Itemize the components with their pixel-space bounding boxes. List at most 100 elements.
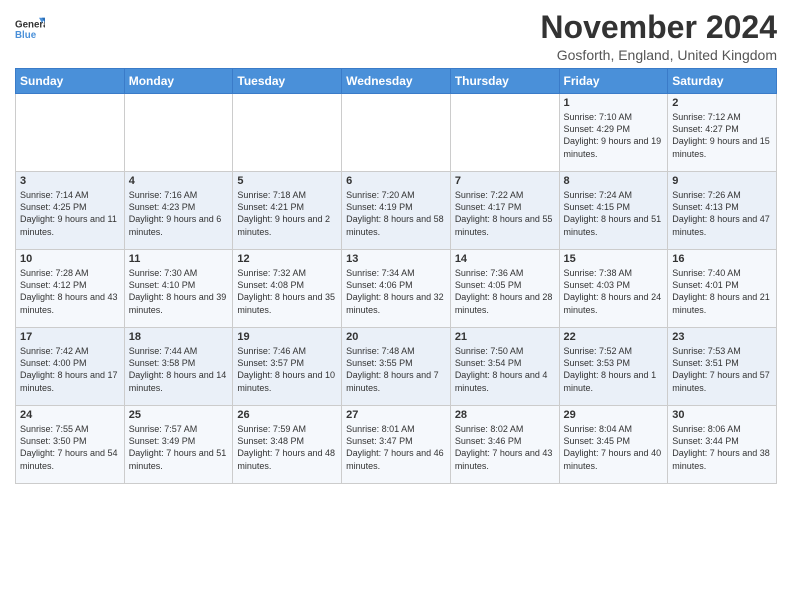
day-info: Sunrise: 7:53 AM Sunset: 3:51 PM Dayligh… (672, 345, 772, 394)
day-info: Sunrise: 7:59 AM Sunset: 3:48 PM Dayligh… (237, 423, 337, 472)
svg-text:Blue: Blue (15, 30, 37, 41)
day-cell-3-4: 21 Sunrise: 7:50 AM Sunset: 3:54 PM Dayli… (450, 328, 559, 406)
day-info: Sunrise: 7:14 AM Sunset: 4:25 PM Dayligh… (20, 189, 120, 238)
day-info: Sunrise: 8:04 AM Sunset: 3:45 PM Dayligh… (564, 423, 664, 472)
col-tuesday: Tuesday (233, 69, 342, 94)
col-thursday: Thursday (450, 69, 559, 94)
day-cell-1-1: 4Sunrise: 7:16 AM Sunset: 4:23 PM Daylig… (124, 172, 233, 250)
day-info: Sunrise: 7:36 AM Sunset: 4:05 PM Dayligh… (455, 267, 555, 316)
logo-icon: General Blue (15, 14, 45, 44)
day-number: 14 (455, 253, 555, 265)
day-info: Sunrise: 8:06 AM Sunset: 3:44 PM Dayligh… (672, 423, 772, 472)
day-number: 3 (20, 175, 120, 187)
day-info: Sunrise: 7:40 AM Sunset: 4:01 PM Dayligh… (672, 267, 772, 316)
day-info: Sunrise: 7:57 AM Sunset: 3:49 PM Dayligh… (129, 423, 229, 472)
day-number: 18 (129, 331, 229, 343)
day-number: 22 (564, 331, 664, 343)
day-number: 16 (672, 253, 772, 265)
week-row-5: 24 Sunrise: 7:55 AM Sunset: 3:50 PM Dayli… (16, 406, 777, 484)
day-number: 2 (672, 97, 772, 109)
day-cell-1-6: 9Sunrise: 7:26 AM Sunset: 4:13 PM Daylig… (668, 172, 777, 250)
day-number: 11 (129, 253, 229, 265)
week-row-3: 10 Sunrise: 7:28 AM Sunset: 4:12 PM Dayli… (16, 250, 777, 328)
day-info: Sunrise: 7:18 AM Sunset: 4:21 PM Dayligh… (237, 189, 337, 238)
day-info: Sunrise: 7:24 AM Sunset: 4:15 PM Dayligh… (564, 189, 664, 238)
day-number: 21 (455, 331, 555, 343)
day-number: 10 (20, 253, 120, 265)
day-info: Sunrise: 7:12 AM Sunset: 4:27 PM Dayligh… (672, 111, 772, 160)
day-cell-4-4: 28 Sunrise: 8:02 AM Sunset: 3:46 PM Dayli… (450, 406, 559, 484)
location: Gosforth, England, United Kingdom (540, 47, 777, 63)
col-wednesday: Wednesday (342, 69, 451, 94)
day-info: Sunrise: 7:20 AM Sunset: 4:19 PM Dayligh… (346, 189, 446, 238)
day-number: 6 (346, 175, 446, 187)
day-cell-0-5: 1Sunrise: 7:10 AM Sunset: 4:29 PM Daylig… (559, 94, 668, 172)
day-cell-0-4 (450, 94, 559, 172)
day-info: Sunrise: 7:28 AM Sunset: 4:12 PM Dayligh… (20, 267, 120, 316)
calendar-header-row: Sunday Monday Tuesday Wednesday Thursday… (16, 69, 777, 94)
day-cell-3-5: 22Sunrise: 7:52 AM Sunset: 3:53 PM Dayli… (559, 328, 668, 406)
day-cell-3-0: 17Sunrise: 7:42 AM Sunset: 4:00 PM Dayli… (16, 328, 125, 406)
day-number: 19 (237, 331, 337, 343)
day-cell-3-6: 23Sunrise: 7:53 AM Sunset: 3:51 PM Dayli… (668, 328, 777, 406)
main-container: General Blue November 2024 Gosforth, Eng… (0, 0, 792, 489)
day-cell-3-1: 18Sunrise: 7:44 AM Sunset: 3:58 PM Dayli… (124, 328, 233, 406)
day-cell-0-3 (342, 94, 451, 172)
week-row-4: 17Sunrise: 7:42 AM Sunset: 4:00 PM Dayli… (16, 328, 777, 406)
day-info: Sunrise: 7:46 AM Sunset: 3:57 PM Dayligh… (237, 345, 337, 394)
week-row-1: 1Sunrise: 7:10 AM Sunset: 4:29 PM Daylig… (16, 94, 777, 172)
week-row-2: 3 Sunrise: 7:14 AM Sunset: 4:25 PM Daylig… (16, 172, 777, 250)
day-number: 15 (564, 253, 664, 265)
day-info: Sunrise: 7:48 AM Sunset: 3:55 PM Dayligh… (346, 345, 446, 394)
day-cell-1-3: 6 Sunrise: 7:20 AM Sunset: 4:19 PM Daylig… (342, 172, 451, 250)
day-info: Sunrise: 7:30 AM Sunset: 4:10 PM Dayligh… (129, 267, 229, 316)
day-number: 5 (237, 175, 337, 187)
day-cell-1-5: 8 Sunrise: 7:24 AM Sunset: 4:15 PM Daylig… (559, 172, 668, 250)
day-number: 20 (346, 331, 446, 343)
day-cell-2-2: 12Sunrise: 7:32 AM Sunset: 4:08 PM Dayli… (233, 250, 342, 328)
day-number: 27 (346, 409, 446, 421)
day-info: Sunrise: 7:50 AM Sunset: 3:54 PM Dayligh… (455, 345, 555, 394)
col-saturday: Saturday (668, 69, 777, 94)
day-number: 17 (20, 331, 120, 343)
day-number: 1 (564, 97, 664, 109)
col-friday: Friday (559, 69, 668, 94)
day-number: 29 (564, 409, 664, 421)
day-info: Sunrise: 7:55 AM Sunset: 3:50 PM Dayligh… (20, 423, 120, 472)
day-info: Sunrise: 8:02 AM Sunset: 3:46 PM Dayligh… (455, 423, 555, 472)
title-block: November 2024 Gosforth, England, United … (540, 10, 777, 63)
day-number: 24 (20, 409, 120, 421)
day-cell-0-2 (233, 94, 342, 172)
day-cell-0-1 (124, 94, 233, 172)
day-cell-0-0 (16, 94, 125, 172)
day-cell-4-0: 24 Sunrise: 7:55 AM Sunset: 3:50 PM Dayli… (16, 406, 125, 484)
day-cell-0-6: 2 Sunrise: 7:12 AM Sunset: 4:27 PM Daylig… (668, 94, 777, 172)
day-number: 7 (455, 175, 555, 187)
day-number: 28 (455, 409, 555, 421)
day-number: 30 (672, 409, 772, 421)
day-cell-2-0: 10 Sunrise: 7:28 AM Sunset: 4:12 PM Dayli… (16, 250, 125, 328)
day-number: 8 (564, 175, 664, 187)
day-cell-2-6: 16 Sunrise: 7:40 AM Sunset: 4:01 PM Dayli… (668, 250, 777, 328)
day-cell-4-1: 25Sunrise: 7:57 AM Sunset: 3:49 PM Dayli… (124, 406, 233, 484)
day-cell-1-2: 5 Sunrise: 7:18 AM Sunset: 4:21 PM Daylig… (233, 172, 342, 250)
logo: General Blue (15, 14, 45, 44)
calendar-table: Sunday Monday Tuesday Wednesday Thursday… (15, 68, 777, 484)
day-info: Sunrise: 7:32 AM Sunset: 4:08 PM Dayligh… (237, 267, 337, 316)
day-number: 26 (237, 409, 337, 421)
day-number: 13 (346, 253, 446, 265)
day-cell-2-4: 14 Sunrise: 7:36 AM Sunset: 4:05 PM Dayli… (450, 250, 559, 328)
day-cell-2-5: 15Sunrise: 7:38 AM Sunset: 4:03 PM Dayli… (559, 250, 668, 328)
day-cell-3-3: 20 Sunrise: 7:48 AM Sunset: 3:55 PM Dayli… (342, 328, 451, 406)
header-row: General Blue November 2024 Gosforth, Eng… (15, 10, 777, 63)
day-cell-4-3: 27Sunrise: 8:01 AM Sunset: 3:47 PM Dayli… (342, 406, 451, 484)
day-info: Sunrise: 7:34 AM Sunset: 4:06 PM Dayligh… (346, 267, 446, 316)
day-cell-4-6: 30 Sunrise: 8:06 AM Sunset: 3:44 PM Dayli… (668, 406, 777, 484)
day-info: Sunrise: 7:26 AM Sunset: 4:13 PM Dayligh… (672, 189, 772, 238)
month-title: November 2024 (540, 10, 777, 45)
day-cell-2-3: 13 Sunrise: 7:34 AM Sunset: 4:06 PM Dayli… (342, 250, 451, 328)
day-cell-1-0: 3 Sunrise: 7:14 AM Sunset: 4:25 PM Daylig… (16, 172, 125, 250)
day-cell-3-2: 19 Sunrise: 7:46 AM Sunset: 3:57 PM Dayli… (233, 328, 342, 406)
day-cell-2-1: 11 Sunrise: 7:30 AM Sunset: 4:10 PM Dayli… (124, 250, 233, 328)
svg-text:General: General (15, 20, 45, 31)
